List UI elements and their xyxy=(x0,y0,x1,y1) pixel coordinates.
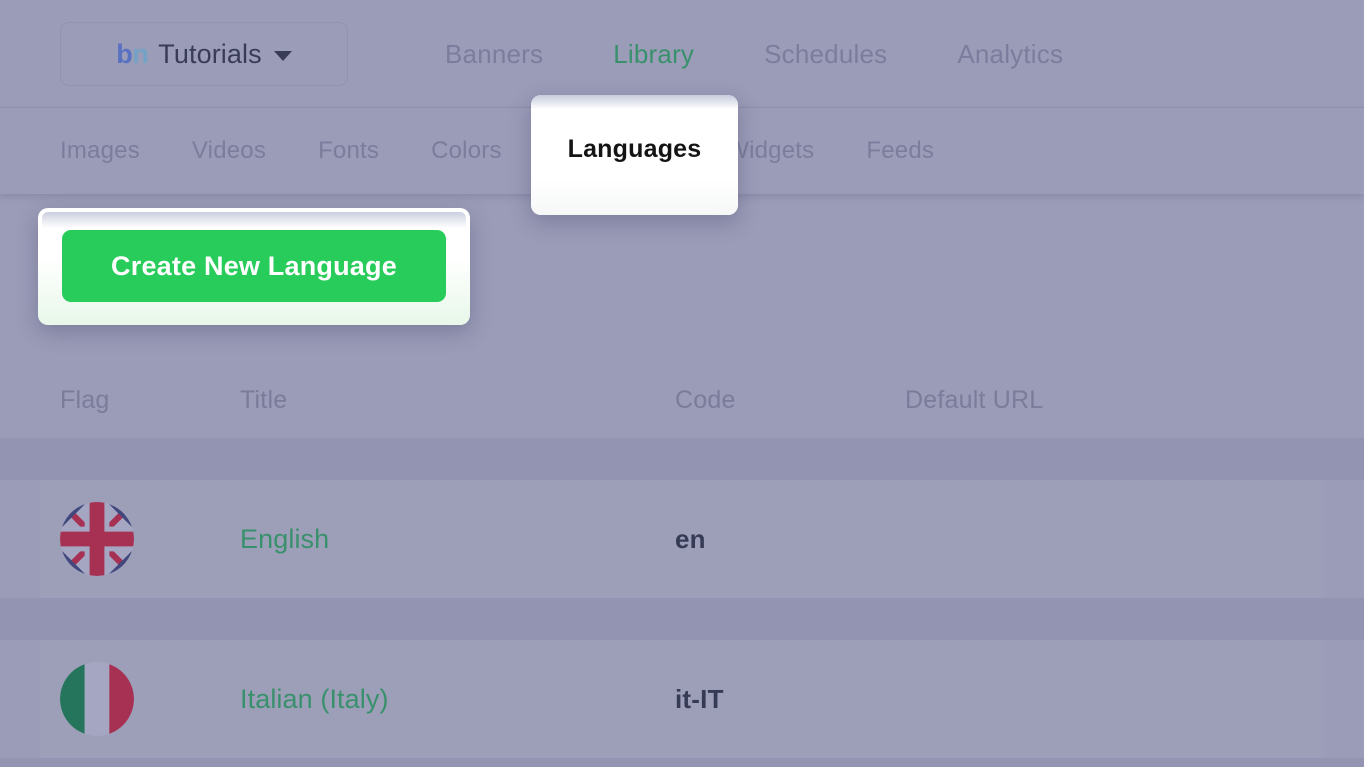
bn-logo: bn xyxy=(116,38,149,70)
primary-nav: Banners Library Schedules Analytics xyxy=(410,0,1098,108)
spotlight-languages-label[interactable]: Languages xyxy=(531,135,738,164)
nav-item-library[interactable]: Library xyxy=(578,39,729,70)
subnav-item-images[interactable]: Images xyxy=(58,137,166,165)
cell-title: Italian (Italy) xyxy=(240,684,675,715)
flag-italy-icon xyxy=(60,662,134,736)
row-separator xyxy=(0,758,1364,767)
spotlight-create-language: Create New Language xyxy=(38,208,470,325)
spotlight-languages-inner: Languages xyxy=(531,109,738,215)
spotlight-languages-tab[interactable]: Languages xyxy=(531,95,738,215)
subnav-item-feeds[interactable]: Feeds xyxy=(840,137,960,165)
chevron-down-icon xyxy=(273,50,292,61)
cell-flag xyxy=(40,502,240,576)
table-row[interactable]: English en xyxy=(40,480,1324,598)
languages-table-body: English en Italian (Italy) it-IT xyxy=(0,438,1364,767)
nav-item-banners[interactable]: Banners xyxy=(410,39,578,70)
nav-item-analytics[interactable]: Analytics xyxy=(922,39,1098,70)
column-header-title: Title xyxy=(240,385,288,414)
cell-title: English xyxy=(240,524,675,555)
cell-code: en xyxy=(675,524,905,555)
column-header-default-url: Default URL xyxy=(905,385,1044,414)
workspace-switcher-button[interactable]: bn Tutorials xyxy=(60,22,348,86)
library-subnav: Images Videos Fonts Colors Languages Wid… xyxy=(58,108,960,194)
create-new-language-button[interactable]: Create New Language xyxy=(62,230,446,302)
languages-table-header: Flag Title Code Default URL xyxy=(40,370,1324,430)
column-header-flag: Flag xyxy=(60,385,110,414)
subnav-item-fonts[interactable]: Fonts xyxy=(292,137,405,165)
language-title-link[interactable]: English xyxy=(240,524,329,555)
nav-item-schedules[interactable]: Schedules xyxy=(729,39,922,70)
cell-code: it-IT xyxy=(675,684,905,715)
spotlight-create-top-strip xyxy=(42,212,466,228)
logo-letter-b: b xyxy=(116,38,133,69)
logo-letter-n: n xyxy=(132,38,149,69)
row-separator xyxy=(0,598,1364,640)
subnav-item-colors[interactable]: Colors xyxy=(405,137,528,165)
spotlight-bottom-strip xyxy=(531,179,738,215)
language-code: it-IT xyxy=(675,683,724,714)
app-root: bn Tutorials Banners Library Schedules A… xyxy=(0,0,1364,767)
subnav-item-videos[interactable]: Videos xyxy=(166,137,292,165)
workspace-name: Tutorials xyxy=(158,38,262,69)
row-separator xyxy=(0,438,1364,480)
language-code: en xyxy=(675,523,706,554)
column-header-code: Code xyxy=(675,385,736,414)
spotlight-top-strip xyxy=(531,95,738,109)
flag-united-kingdom-icon xyxy=(60,502,134,576)
table-row[interactable]: Italian (Italy) it-IT xyxy=(40,640,1324,758)
cell-flag xyxy=(40,662,240,736)
language-title-link[interactable]: Italian (Italy) xyxy=(240,684,389,715)
top-header-bar: bn Tutorials Banners Library Schedules A… xyxy=(0,0,1364,108)
